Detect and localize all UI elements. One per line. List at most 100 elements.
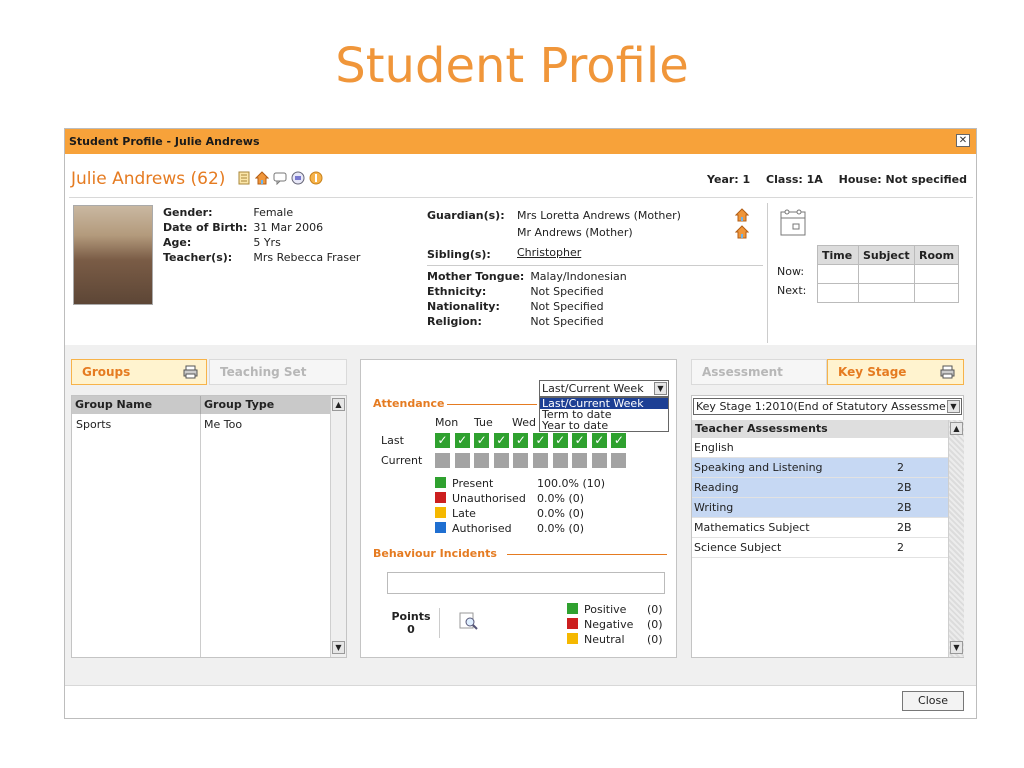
table-row[interactable]: Writing 2B <box>692 498 948 518</box>
magnify-report-icon[interactable] <box>459 612 479 630</box>
legend-late-value: 0.0% (0) <box>537 507 585 520</box>
assessment-value: 2 <box>897 541 904 554</box>
groups-scrollbar[interactable]: ▲ ▼ <box>330 396 346 657</box>
present-check-icon: ✓ <box>493 433 509 448</box>
sibling-link[interactable]: Christopher <box>517 246 581 259</box>
teacher-assessments-header: Teacher Assessments <box>692 420 948 438</box>
ethnicity-label: Ethnicity: <box>427 285 487 298</box>
timetable-header-room: Room <box>913 245 960 265</box>
present-swatch <box>435 477 446 488</box>
legend-unauthorised: Unauthorised <box>435 491 526 506</box>
assessment-subject: Speaking and Listening <box>694 461 823 474</box>
group-row-type[interactable]: Me Too <box>204 418 242 431</box>
gender-label: Gender: <box>163 206 213 219</box>
nationality-label: Nationality: <box>427 300 500 313</box>
profile-header: Julie Andrews (62) Year: 1 Class: 1A Hou… <box>71 169 971 193</box>
tab-key-stage[interactable]: Key Stage <box>827 359 964 385</box>
teacher-value: Mrs Rebecca Fraser <box>253 251 361 264</box>
present-check-icon: ✓ <box>572 433 588 448</box>
home-icon[interactable] <box>255 171 269 185</box>
tab-groups[interactable]: Groups <box>71 359 207 385</box>
attendance-range-select[interactable]: Last/Current Week ▼ <box>539 380 669 397</box>
table-row[interactable]: Science Subject 2 <box>692 538 948 558</box>
chevron-down-icon[interactable]: ▼ <box>654 382 667 395</box>
footer-divider <box>65 685 976 686</box>
table-row[interactable]: Speaking and Listening 2 <box>692 458 948 478</box>
guardian-2-home-icon[interactable] <box>735 225 749 239</box>
legend-positive-value: (0) <box>647 603 663 616</box>
legend-neutral-label: Neutral <box>584 633 625 646</box>
medical-icon[interactable] <box>309 171 323 185</box>
present-check-icon: ✓ <box>533 433 548 448</box>
gender-value: Female <box>253 206 294 219</box>
legend-unauthorised-value: 0.0% (0) <box>537 492 585 505</box>
timetable-divider <box>767 203 768 343</box>
timetable: Time Subject Room <box>817 245 960 303</box>
behaviour-summary-box <box>387 572 665 594</box>
attendance-legend: Present Unauthorised Late Authorised <box>435 476 526 536</box>
chevron-down-icon[interactable]: ▼ <box>947 400 960 413</box>
assessment-scrollbar[interactable]: ▲ ▼ <box>948 420 964 657</box>
unrecorded-session <box>435 453 450 468</box>
legend-unauthorised-label: Unauthorised <box>452 492 526 505</box>
assessment-value: 2B <box>897 521 912 534</box>
assessment-value: 2B <box>897 501 912 514</box>
table-row[interactable]: English <box>692 438 948 458</box>
unrecorded-session <box>591 453 607 468</box>
neutral-swatch <box>567 633 578 644</box>
unrecorded-session <box>533 453 548 468</box>
tab-teaching-set[interactable]: Teaching Set <box>209 359 347 385</box>
slide-title: Student Profile <box>335 38 689 94</box>
mother-tongue-label: Mother Tongue: <box>427 270 525 283</box>
now-label: Now: <box>777 265 805 278</box>
timetable-header-time: Time <box>817 245 859 265</box>
scroll-down-icon[interactable]: ▼ <box>332 641 345 654</box>
present-check-icon: ✓ <box>552 433 568 448</box>
group-row-name[interactable]: Sports <box>76 418 111 431</box>
guardian-1: Mrs Loretta Andrews (Mother) <box>517 209 681 222</box>
calendar-icon[interactable] <box>779 207 807 237</box>
option-year-to-date[interactable]: Year to date <box>540 420 668 431</box>
religion-value: Not Specified <box>530 315 604 328</box>
teacher-label: Teacher(s): <box>163 251 233 264</box>
attendance-range-options: Last/Current Week Term to date Year to d… <box>539 397 669 432</box>
print-icon[interactable] <box>940 365 955 379</box>
assessment-subject: English <box>694 441 734 454</box>
window-close-icon[interactable]: ✕ <box>956 134 970 147</box>
document-icon[interactable] <box>237 171 251 185</box>
authorised-swatch <box>435 522 446 533</box>
assessment-subject: Mathematics Subject <box>694 521 810 534</box>
day-wed: Wed <box>512 416 536 429</box>
late-swatch <box>435 507 446 518</box>
id-card-icon[interactable] <box>291 171 305 185</box>
legend-negative-value: (0) <box>647 618 663 631</box>
close-button[interactable]: Close <box>902 691 964 711</box>
assessment-subject: Science Subject <box>694 541 782 554</box>
day-tue: Tue <box>474 416 493 429</box>
scroll-up-icon[interactable]: ▲ <box>950 422 963 435</box>
key-stage-select[interactable]: Key Stage 1:2010(End of Statutory Assess… <box>693 398 962 415</box>
legend-authorised-value: 0.0% (0) <box>537 522 585 535</box>
class-value: Class: 1A <box>766 173 823 186</box>
legend-authorised: Authorised <box>435 521 526 536</box>
col-group-name: Group Name <box>72 396 200 414</box>
timetable-header-subject: Subject <box>858 245 915 265</box>
attendance-legend-values: 100.0% (10) 0.0% (0) 0.0% (0) 0.0% (0) <box>537 476 605 536</box>
legend-positive-label: Positive <box>584 603 627 616</box>
timetable-row-next <box>817 283 960 303</box>
scroll-down-icon[interactable]: ▼ <box>950 641 963 654</box>
scroll-up-icon[interactable]: ▲ <box>332 398 345 411</box>
legend-negative: Negative <box>567 617 633 632</box>
behaviour-title: Behaviour Incidents <box>373 547 497 560</box>
unrecorded-session <box>552 453 568 468</box>
tab-assessment[interactable]: Assessment <box>691 359 827 385</box>
present-check-icon: ✓ <box>435 433 450 448</box>
day-mon: Mon <box>435 416 459 429</box>
present-check-icon: ✓ <box>591 433 607 448</box>
print-icon[interactable] <box>183 365 198 379</box>
comment-icon[interactable] <box>273 171 287 185</box>
guardian-1-home-icon[interactable] <box>735 208 749 222</box>
table-row[interactable]: Mathematics Subject 2B <box>692 518 948 538</box>
family-divider <box>427 265 763 266</box>
table-row[interactable]: Reading 2B <box>692 478 948 498</box>
